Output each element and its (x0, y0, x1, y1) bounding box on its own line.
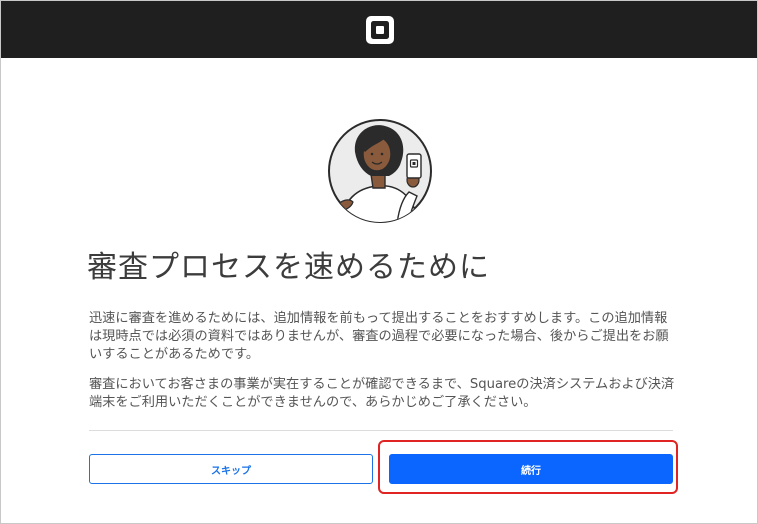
info-paragraph-2: 審査においてお客さまの事業が実在することが確認できるまで、Squareの決済シス… (89, 377, 675, 410)
page-title: 審査プロセスを速めるために (87, 250, 490, 285)
continue-button[interactable]: 続行 (389, 454, 673, 484)
top-bar (1, 1, 757, 58)
divider (89, 430, 673, 431)
main-content: 審査プロセスを速めるために 迅速に審査を進めるためには、追加情報を前もって提出す… (1, 58, 757, 523)
square-logo-icon[interactable] (365, 15, 395, 45)
info-paragraph-1: 迅速に審査を進めるためには、追加情報を前もって提出することをおすすめします。この… (89, 311, 669, 362)
skip-button[interactable]: スキップ (89, 454, 373, 484)
person-holding-phone-illustration (328, 119, 432, 223)
app-frame: 審査プロセスを速めるために 迅速に審査を進めるためには、追加情報を前もって提出す… (0, 0, 758, 524)
